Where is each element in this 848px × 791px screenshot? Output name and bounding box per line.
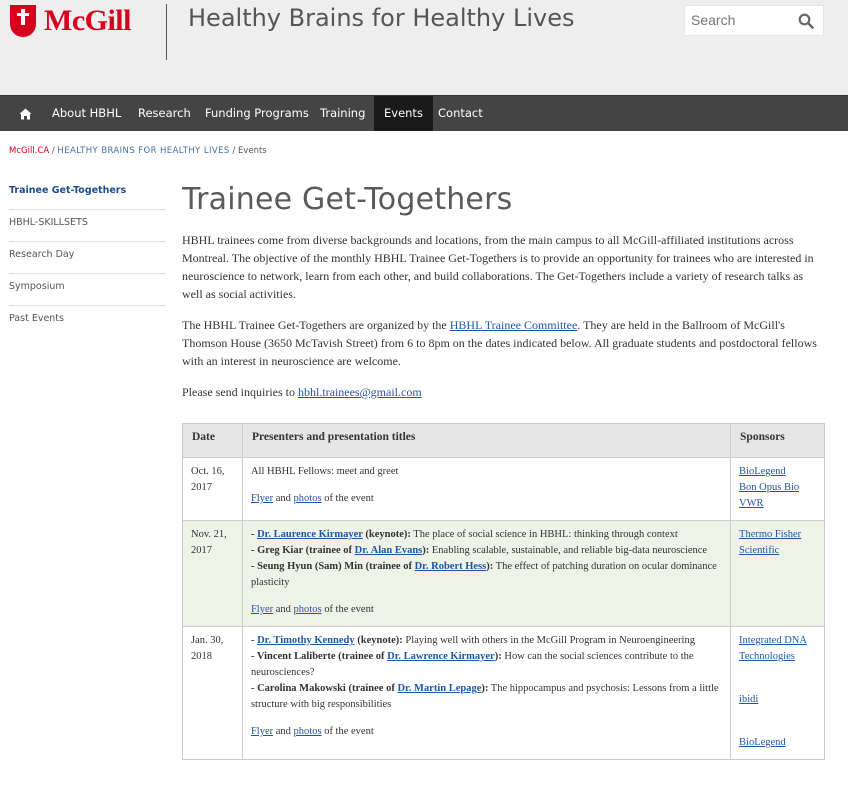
events-table: Date Presenters and presentation titles … [182, 423, 825, 760]
event-date: Oct. 16, 2017 [182, 457, 243, 521]
logo-text: McGill [44, 4, 131, 37]
event-presenters: - Dr. Laurence Kirmayer (keynote): The p… [241, 520, 732, 627]
and-text: and [273, 726, 294, 737]
table-row: Oct. 16, 2017 All HBHL Fellows: meet and… [182, 457, 825, 521]
search-box[interactable] [684, 5, 824, 36]
flyer-link[interactable]: Flyer [251, 726, 273, 737]
presenter-line: - Carolina Makowski (trainee of Dr. Mart… [251, 681, 722, 713]
talk-title: The place of social science in HBHL: thi… [410, 529, 678, 540]
organizer-paragraph: The HBHL Trainee Get-Togethers are organ… [182, 316, 822, 370]
sponsor-link[interactable]: BioLegend [739, 464, 816, 480]
sidebar-item-symposium[interactable]: Symposium [9, 274, 166, 306]
flyer-link[interactable]: Flyer [251, 604, 273, 615]
of-event-text: of the event [321, 726, 374, 737]
presenter-line: - Seung Hyun (Sam) Min (trainee of Dr. R… [251, 559, 722, 591]
breadcrumb-home-link[interactable]: McGill.CA [9, 146, 49, 156]
header-divider [166, 4, 167, 60]
header-sponsors: Sponsors [730, 423, 825, 458]
mcgill-logo[interactable]: McGill [10, 4, 131, 38]
nav-funding-programs[interactable]: Funding Programs [195, 96, 319, 131]
talk-title: Playing well with others in the McGill P… [402, 635, 695, 646]
mcgill-crest-icon [10, 5, 36, 37]
event-sponsors: BioLegend Bon Opus Bio VWR [730, 457, 825, 521]
presenter-name: - Seung Hyun (Sam) Min (trainee of [250, 561, 415, 572]
presenter-link[interactable]: Dr. Timothy Kennedy [257, 635, 355, 646]
nav-contact[interactable]: Contact [428, 96, 493, 131]
presenter-line: - Greg Kiar (trainee of Dr. Alan Evans):… [251, 543, 722, 559]
presenter-link[interactable]: Dr. Laurence Kirmayer [257, 529, 363, 540]
sponsor-link[interactable]: Integrated DNA Technologies [739, 633, 816, 665]
supervisor-link[interactable]: Dr. Robert Hess [415, 561, 487, 572]
inquiries-paragraph: Please send inquiries to hbhl.trainees@g… [182, 383, 822, 401]
sponsor-link[interactable]: BioLegend [739, 735, 816, 751]
main-content: Trainee Get-Togethers HBHL trainees come… [182, 182, 822, 414]
breadcrumb: McGill.CA / HEALTHY BRAINS FOR HEALTHY L… [9, 146, 267, 156]
photos-link[interactable]: photos [294, 726, 322, 737]
presenter-name: - Carolina Makowski (trainee of [250, 683, 398, 694]
header-date: Date [182, 423, 243, 458]
search-icon[interactable] [798, 13, 814, 29]
supervisor-link[interactable]: Dr. Martin Lepage [397, 683, 481, 694]
event-date: Jan. 30, 2018 [182, 626, 243, 760]
supervisor-link[interactable]: Dr. Lawrence Kirmayer [387, 651, 495, 662]
home-icon[interactable] [10, 96, 40, 131]
nav-research[interactable]: Research [128, 96, 201, 131]
presenter-close: ): [494, 651, 502, 662]
presenter-name: - Greg Kiar (trainee of [250, 545, 355, 556]
trainee-committee-link[interactable]: HBHL Trainee Committee [450, 318, 578, 332]
sponsor-link[interactable]: ibidi [739, 692, 816, 708]
event-sponsors: Integrated DNA Technologies ibidi BioLeg… [730, 626, 825, 760]
presenter-role: (keynote): [354, 635, 403, 646]
sidebar-item-research-day[interactable]: Research Day [9, 242, 166, 274]
main-nav: About HBHL Research Funding Programs Tra… [0, 95, 848, 131]
table-header-row: Date Presenters and presentation titles … [182, 423, 825, 458]
table-row: Jan. 30, 2018 - Dr. Timothy Kennedy (key… [182, 626, 825, 760]
search-input[interactable] [691, 12, 791, 28]
event-date: Nov. 21, 2017 [182, 520, 243, 627]
presenter-line: - Dr. Laurence Kirmayer (keynote): The p… [251, 527, 722, 543]
page-title: Trainee Get-Togethers [182, 182, 513, 217]
sidebar-item-hbhl-skillsets[interactable]: HBHL-SKILLSETS [9, 210, 166, 242]
photos-link[interactable]: photos [294, 493, 322, 504]
intro-paragraph: HBHL trainees come from diverse backgrou… [182, 233, 814, 301]
event-text: All HBHL Fellows: meet and greet [250, 466, 399, 477]
sidebar-item-past-events[interactable]: Past Events [9, 306, 166, 338]
sponsor-link[interactable]: Bon Opus Bio [739, 480, 816, 496]
photos-link[interactable]: photos [294, 604, 322, 615]
site-header: McGill Healthy Brains for Healthy Lives [0, 0, 848, 95]
event-sponsors: Thermo Fisher Scientific [730, 520, 825, 627]
nav-events[interactable]: Events [374, 96, 433, 131]
and-text: and [273, 604, 294, 615]
presenter-line: - Dr. Timothy Kennedy (keynote): Playing… [251, 633, 722, 649]
table-row: Nov. 21, 2017 - Dr. Laurence Kirmayer (k… [182, 520, 825, 627]
breadcrumb-current: Events [237, 146, 267, 156]
presenter-name: - Vincent Laliberte (trainee of [250, 651, 388, 662]
site-title[interactable]: Healthy Brains for Healthy Lives [188, 3, 588, 33]
breadcrumb-separator: / [232, 146, 236, 156]
breadcrumb-separator: / [51, 146, 55, 156]
supervisor-link[interactable]: Dr. Alan Evans [355, 545, 423, 556]
event-presenters: All HBHL Fellows: meet and greet Flyer a… [241, 457, 732, 521]
header-presenters: Presenters and presentation titles [241, 423, 732, 458]
nav-about[interactable]: About HBHL [42, 96, 131, 131]
and-text: and [273, 493, 294, 504]
sidebar-nav: Trainee Get-Togethers HBHL-SKILLSETS Res… [9, 178, 166, 338]
organizer-text: The HBHL Trainee Get-Togethers are organ… [182, 318, 450, 332]
sponsor-link[interactable]: VWR [739, 496, 816, 512]
flyer-link[interactable]: Flyer [251, 493, 273, 504]
email-link[interactable]: hbhl.trainees@gmail.com [298, 385, 422, 399]
presenter-line: - Vincent Laliberte (trainee of Dr. Lawr… [251, 649, 722, 681]
presenter-role: (keynote): [362, 529, 411, 540]
sponsor-link[interactable]: Thermo Fisher Scientific [739, 527, 816, 559]
of-event-text: of the event [321, 493, 374, 504]
nav-training[interactable]: Training [310, 96, 375, 131]
breadcrumb-site-link[interactable]: HEALTHY BRAINS FOR HEALTHY LIVES [57, 146, 229, 156]
of-event-text: of the event [321, 604, 374, 615]
talk-title: Enabling scalable, sustainable, and reli… [429, 545, 708, 556]
inquiries-text: Please send inquiries to [182, 385, 298, 399]
event-presenters: - Dr. Timothy Kennedy (keynote): Playing… [241, 626, 732, 760]
sidebar-item-trainee-get-togethers[interactable]: Trainee Get-Togethers [9, 178, 166, 210]
